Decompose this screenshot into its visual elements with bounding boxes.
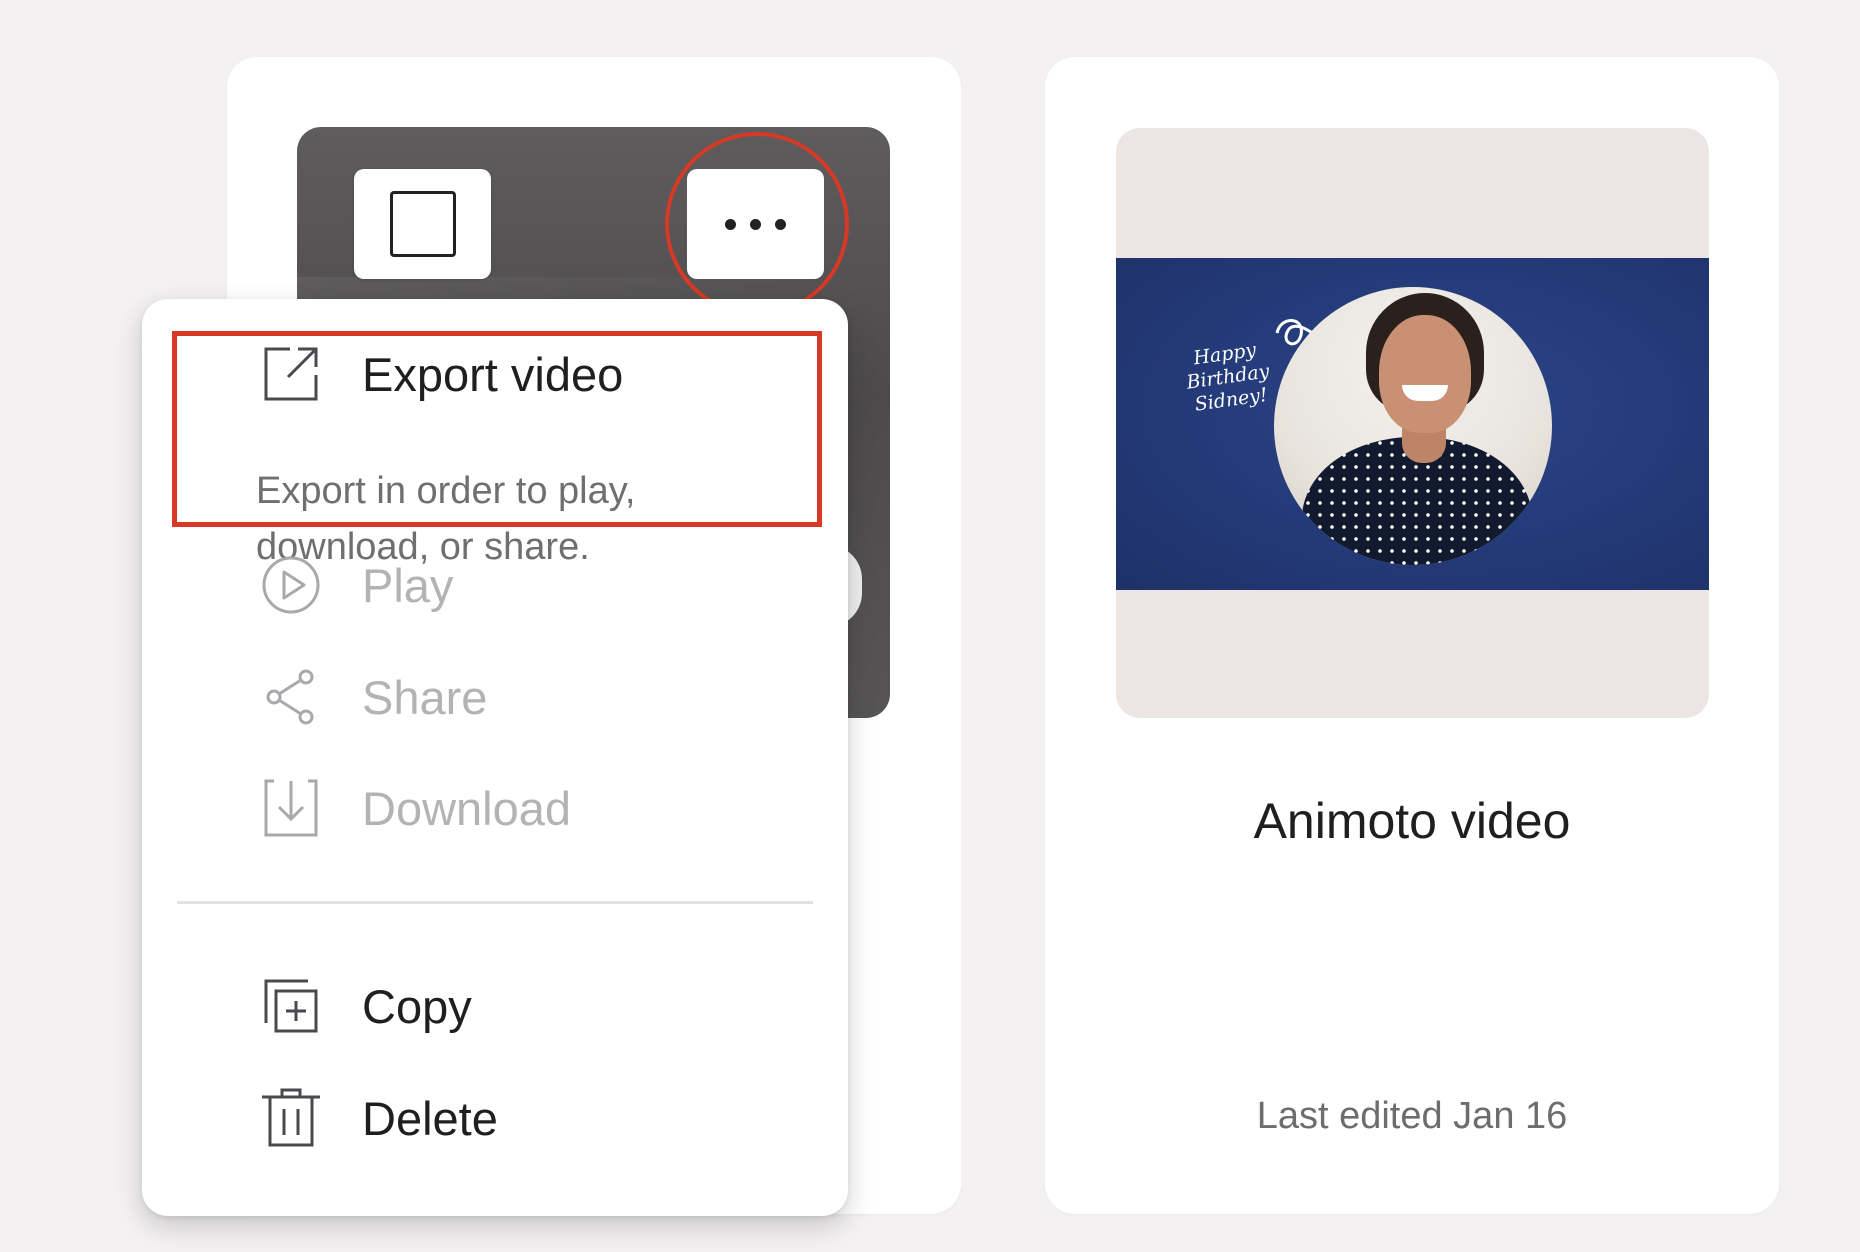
share-icon — [266, 669, 314, 725]
annotation-box — [172, 331, 822, 527]
video-thumbnail-animoto[interactable]: Happy Birthday Sidney! — [1116, 128, 1709, 718]
menu-label-play: Play — [362, 559, 454, 612]
menu-label-delete: Delete — [362, 1092, 498, 1145]
project-card-animoto[interactable]: Happy Birthday Sidney! Animoto video Las… — [1045, 57, 1779, 1214]
annotation-circle — [665, 132, 849, 316]
menu-label-share: Share — [362, 671, 488, 724]
copy-icon — [264, 979, 318, 1033]
menu-divider — [177, 901, 813, 904]
menu-label-download: Download — [362, 782, 572, 835]
thumbnail-banner: Happy Birthday Sidney! — [1116, 258, 1709, 590]
portrait-face — [1379, 315, 1471, 433]
birthday-text: Happy Birthday Sidney! — [1185, 338, 1271, 416]
video-title[interactable]: Animoto video — [1045, 792, 1779, 850]
portrait-photo — [1274, 287, 1552, 565]
menu-label-copy: Copy — [362, 980, 472, 1033]
checkbox-icon — [389, 191, 456, 257]
play-circle-icon — [262, 556, 320, 614]
last-edited-label: Last edited Jan 16 — [1256, 1095, 1568, 1137]
download-icon — [264, 779, 318, 837]
select-checkbox[interactable] — [354, 169, 491, 279]
trash-icon — [262, 1088, 320, 1147]
